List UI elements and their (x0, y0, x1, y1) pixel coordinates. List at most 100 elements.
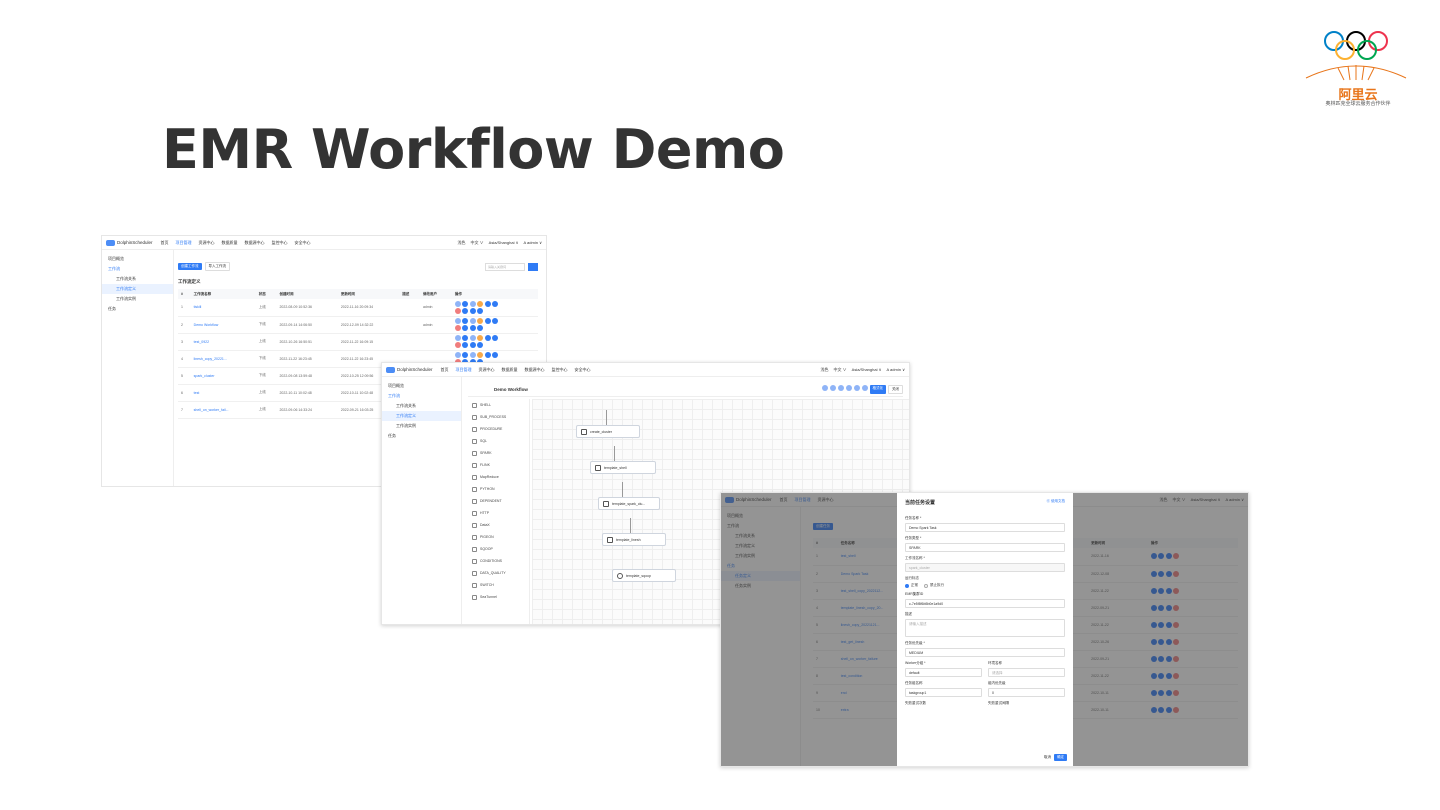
sidebar-item-workflow[interactable]: 工作流 (382, 391, 461, 401)
environment-select[interactable]: 请选择 (988, 668, 1065, 677)
delete-icon[interactable] (837, 385, 844, 391)
action-icon[interactable] (477, 351, 484, 358)
nav-projects[interactable]: 项目管理 (456, 367, 472, 373)
tool-item[interactable]: PYTHON (468, 483, 529, 495)
priority-select[interactable]: MEDIUM (905, 648, 1065, 657)
workflow-name-link[interactable]: test_0922 (190, 333, 256, 351)
task-name-input[interactable]: Demo Spark Task (905, 523, 1065, 532)
nav-datasource[interactable]: 数据源中心 (245, 240, 265, 246)
action-icon[interactable] (462, 308, 469, 314)
action-icon[interactable] (484, 351, 491, 358)
action-icon[interactable] (454, 325, 461, 332)
workflow-name-link[interactable]: linesh_copy_20221... (190, 350, 256, 368)
action-icon[interactable] (477, 325, 484, 332)
nav-security[interactable]: 安全中心 (575, 367, 591, 373)
tool-item[interactable]: SWITCH (468, 579, 529, 591)
tool-item[interactable]: PIGEON (468, 531, 529, 543)
nav-security[interactable]: 安全中心 (295, 240, 311, 246)
action-icon[interactable] (462, 342, 469, 349)
nav-resources[interactable]: 资源中心 (479, 367, 495, 373)
tool-item[interactable]: MapReduce (468, 471, 529, 483)
sidebar-item-workflow-instance[interactable]: 工作流实例 (102, 294, 173, 304)
action-icon[interactable] (454, 334, 461, 341)
action-icon[interactable] (484, 300, 491, 307)
nav-data-quality[interactable]: 数据质量 (502, 367, 518, 373)
action-icon[interactable] (492, 351, 499, 358)
action-icon[interactable] (477, 300, 484, 307)
group-priority-stepper[interactable]: 0 (988, 688, 1065, 697)
worker-group-select[interactable]: default (905, 668, 982, 677)
search-icon[interactable] (821, 385, 828, 391)
tool-item[interactable]: SPARK (468, 447, 529, 459)
action-icon[interactable] (477, 308, 484, 314)
sidebar-item-workflow-relation[interactable]: 工作流关系 (102, 274, 173, 284)
action-icon[interactable] (454, 351, 461, 358)
action-icon[interactable] (462, 325, 469, 332)
tool-item[interactable]: FLINK (468, 459, 529, 471)
action-icon[interactable] (469, 325, 476, 332)
fullscreen-icon[interactable] (845, 385, 852, 391)
nav-home[interactable]: 首页 (161, 240, 169, 246)
action-icon[interactable] (492, 334, 499, 341)
emr-cluster-input[interactable]: c-7e5f8f6b5b0e1a9d0 (905, 599, 1065, 608)
user-menu[interactable]: A admin ∨ (524, 240, 543, 246)
workflow-name-link[interactable]: test (190, 384, 256, 402)
action-icon[interactable] (469, 300, 476, 307)
tool-item[interactable]: DATA_QUALITY (468, 567, 529, 579)
action-icon[interactable] (492, 300, 499, 307)
action-icon[interactable] (462, 300, 469, 307)
sidebar-item-workflow-definition[interactable]: 工作流定义 (382, 411, 461, 421)
sidebar-item-overview[interactable]: 项目概览 (382, 381, 461, 391)
action-icon[interactable] (484, 317, 491, 324)
close-button[interactable]: 关闭 (888, 385, 903, 394)
cancel-button[interactable]: 取消 (1044, 755, 1051, 760)
tool-item[interactable]: PROCEDURE (468, 423, 529, 435)
action-icon[interactable] (477, 317, 484, 324)
tool-item[interactable]: CONDITIONS (468, 555, 529, 567)
action-icon[interactable] (462, 351, 469, 358)
nav-projects[interactable]: 项目管理 (176, 240, 192, 246)
download-icon[interactable] (829, 385, 836, 391)
action-icon[interactable] (469, 317, 476, 324)
task-type-select[interactable]: SPARK (905, 543, 1065, 552)
radio-forbid[interactable] (924, 583, 928, 588)
version-icon[interactable] (861, 385, 868, 391)
language-select[interactable]: 中文 ∨ (834, 367, 847, 373)
language-select[interactable]: 中文 ∨ (471, 240, 484, 246)
radio-normal[interactable] (905, 583, 909, 588)
sidebar-item-workflow-relation[interactable]: 工作流关系 (382, 401, 461, 411)
nav-monitor[interactable]: 监控中心 (552, 367, 568, 373)
dag-node-template-linesh[interactable]: template_linesh (602, 533, 666, 546)
settings-icon[interactable] (853, 385, 860, 391)
action-icon[interactable] (469, 351, 476, 358)
tool-item[interactable]: SQOOP (468, 543, 529, 555)
theme-toggle[interactable]: 浅色 (458, 240, 466, 246)
action-icon[interactable] (454, 317, 461, 324)
workflow-name-link[interactable]: Demo Workflow (190, 316, 256, 334)
action-icon[interactable] (469, 334, 476, 341)
workflow-name-link[interactable]: spark_cluster (190, 367, 256, 385)
task-group-select[interactable]: taskgroup1 (905, 688, 982, 697)
nav-resources[interactable]: 资源中心 (199, 240, 215, 246)
sidebar-item-task[interactable]: 任务 (102, 304, 173, 314)
tool-item[interactable]: SUB_PROCESS (468, 411, 529, 423)
sidebar-item-workflow-instance[interactable]: 工作流实例 (382, 421, 461, 431)
workflow-name-link[interactable]: shell_on_worker_fail... (190, 401, 256, 419)
theme-toggle[interactable]: 浅色 (821, 367, 829, 373)
confirm-button[interactable]: 确定 (1054, 754, 1067, 761)
action-icon[interactable] (477, 342, 484, 349)
action-icon[interactable] (462, 317, 469, 324)
timezone-select[interactable]: Asia/Shanghai ∨ (489, 240, 519, 246)
nav-monitor[interactable]: 监控中心 (272, 240, 288, 246)
tool-item[interactable]: DEPENDENT (468, 495, 529, 507)
action-icon[interactable] (454, 300, 461, 307)
format-button[interactable]: 格式化 (869, 385, 886, 394)
action-icon[interactable] (454, 308, 461, 314)
nav-datasource[interactable]: 数据源中心 (525, 367, 545, 373)
tool-item[interactable]: SeaTunnel (468, 591, 529, 603)
search-input[interactable]: 请输入关键词 (485, 262, 525, 271)
action-icon[interactable] (454, 342, 461, 349)
action-icon[interactable] (462, 334, 469, 341)
dag-node-template-spark[interactable]: template_spark_clu... (598, 497, 660, 510)
action-icon[interactable] (469, 308, 476, 314)
